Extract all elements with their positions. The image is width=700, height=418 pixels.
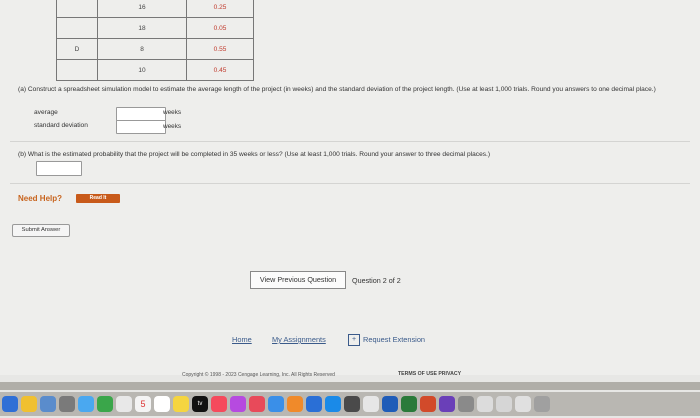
average-label: average	[34, 109, 58, 116]
document-icon[interactable]	[496, 396, 512, 412]
table-row: D 8 0.55	[56, 38, 254, 60]
activity-cell: D	[56, 38, 98, 60]
tv-icon[interactable]: tv	[192, 396, 208, 412]
standard-deviation-unit: weeks	[163, 123, 182, 130]
probability-cell: 0.25	[186, 0, 254, 18]
activity-table: 16 0.25 18 0.05 D 8 0.55 10 0.45	[56, 0, 254, 81]
average-input[interactable]	[116, 107, 166, 121]
app-store-icon[interactable]	[325, 396, 341, 412]
table-row: 18 0.05	[56, 17, 254, 39]
dock-shelf	[0, 382, 700, 390]
probability-cell: 0.45	[186, 59, 254, 81]
part-a-label: (a)	[18, 86, 27, 93]
facetime-icon[interactable]	[97, 396, 113, 412]
part-b-question: (b) What is the estimated probability th…	[18, 151, 490, 158]
mail-icon[interactable]	[116, 396, 132, 412]
numbers-icon[interactable]	[268, 396, 284, 412]
read-it-button[interactable]: Read It	[76, 194, 120, 203]
chrome-icon[interactable]	[363, 396, 379, 412]
safari-icon[interactable]	[40, 396, 56, 412]
reminders-icon[interactable]	[154, 396, 170, 412]
question-position: Question 2 of 2	[352, 276, 401, 285]
part-b-text: What is the estimated probability that t…	[27, 151, 491, 158]
assignment-page: 16 0.25 18 0.05 D 8 0.55 10 0.45 (a) Con…	[0, 0, 700, 378]
podcasts-icon[interactable]	[230, 396, 246, 412]
view-previous-question-button[interactable]: View Previous Question	[250, 271, 346, 289]
divider	[10, 141, 690, 142]
copyright-text: Copyright © 1998 - 2023 Cengage Learning…	[182, 372, 335, 378]
activity-cell	[56, 0, 98, 18]
my-assignments-link[interactable]: My Assignments	[272, 335, 326, 344]
standard-deviation-label: standard deviation	[34, 122, 88, 129]
part-b-label: (b)	[18, 151, 27, 158]
home-link[interactable]: Home	[232, 335, 252, 344]
messages-icon[interactable]	[78, 396, 94, 412]
divider	[10, 183, 690, 184]
keynote-icon[interactable]	[306, 396, 322, 412]
activity-cell	[56, 17, 98, 39]
launchpad-icon[interactable]	[21, 396, 37, 412]
powerpoint-icon[interactable]	[420, 396, 436, 412]
part-a-text: Construct a spreadsheet simulation model…	[27, 86, 656, 93]
part-a-question: (a) Construct a spreadsheet simulation m…	[18, 85, 668, 94]
word-icon[interactable]	[382, 396, 398, 412]
time-cell: 18	[97, 17, 187, 39]
time-cell: 10	[97, 59, 187, 81]
table-row: 10 0.45	[56, 59, 254, 81]
probability-cell: 0.05	[186, 17, 254, 39]
submit-answer-button[interactable]: Submit Answer	[12, 224, 70, 237]
activity-cell	[56, 59, 98, 81]
document-icon[interactable]	[515, 396, 531, 412]
terms-privacy-links[interactable]: TERMS OF USE PRIVACY	[398, 371, 461, 377]
table-row: 16 0.25	[56, 0, 254, 18]
notes-icon[interactable]	[173, 396, 189, 412]
time-cell: 8	[97, 38, 187, 60]
excel-icon[interactable]	[401, 396, 417, 412]
downloads-icon[interactable]	[477, 396, 493, 412]
probability-cell: 0.55	[186, 38, 254, 60]
need-help-label: Need Help?	[18, 194, 63, 203]
pages-icon[interactable]	[287, 396, 303, 412]
probability-input[interactable]	[36, 161, 82, 176]
standard-deviation-input[interactable]	[116, 120, 166, 134]
time-cell: 16	[97, 0, 187, 18]
dock: 5 tv	[0, 392, 700, 416]
preview-icon[interactable]	[458, 396, 474, 412]
system-preferences-icon[interactable]	[344, 396, 360, 412]
music-icon[interactable]	[211, 396, 227, 412]
plus-icon: +	[348, 334, 360, 346]
request-extension-link[interactable]: Request Extension	[363, 335, 425, 344]
news-icon[interactable]	[249, 396, 265, 412]
average-unit: weeks	[163, 109, 182, 116]
teams-icon[interactable]	[439, 396, 455, 412]
trash-icon[interactable]	[534, 396, 550, 412]
settings-icon[interactable]	[59, 396, 75, 412]
calendar-icon[interactable]: 5	[135, 396, 151, 412]
finder-icon[interactable]	[2, 396, 18, 412]
